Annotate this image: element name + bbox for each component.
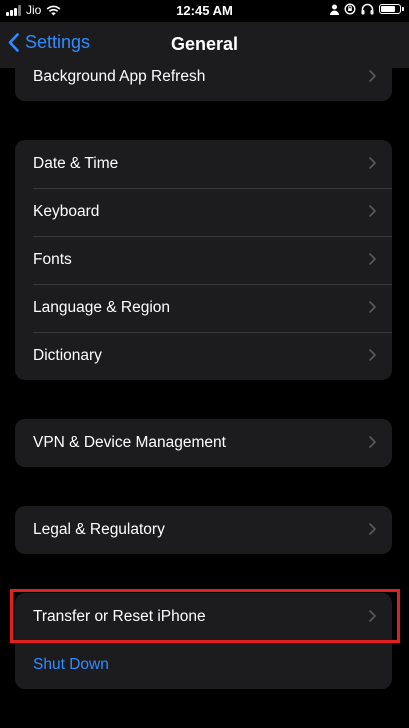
status-bar: Jio 12:45 AM (0, 0, 409, 22)
settings-group-3: Legal & Regulatory (15, 506, 392, 554)
row-label: Date & Time (33, 155, 119, 172)
row-label: Legal & Regulatory (33, 521, 165, 538)
status-right (330, 3, 404, 15)
settings-group-4: Transfer or Reset iPhone Shut Down (15, 593, 392, 689)
person-icon (330, 4, 339, 15)
row-legal-regulatory[interactable]: Legal & Regulatory (15, 506, 392, 554)
row-keyboard[interactable]: Keyboard (15, 188, 392, 236)
shut-down-link: Shut Down (33, 656, 109, 673)
chevron-right-icon (369, 436, 376, 448)
headphones-icon (361, 3, 374, 15)
chevron-right-icon (369, 253, 376, 265)
row-label: Language & Region (33, 299, 171, 316)
row-label: Fonts (33, 251, 72, 268)
chevron-right-icon (369, 523, 376, 535)
chevron-right-icon (369, 70, 376, 82)
row-vpn-device-management[interactable]: VPN & Device Management (15, 419, 392, 467)
chevron-right-icon (369, 157, 376, 169)
settings-group-2: VPN & Device Management (15, 419, 392, 467)
settings-group-1: Date & Time Keyboard Fonts Language & Re… (15, 140, 392, 380)
row-background-app-refresh[interactable]: Background App Refresh (15, 53, 392, 101)
row-language-region[interactable]: Language & Region (15, 284, 392, 332)
chevron-right-icon (369, 349, 376, 361)
row-fonts[interactable]: Fonts (15, 236, 392, 284)
row-label: Keyboard (33, 203, 100, 220)
lock-rotation-icon (344, 3, 356, 15)
chevron-right-icon (369, 205, 376, 217)
chevron-right-icon (369, 610, 376, 622)
row-transfer-reset-iphone[interactable]: Transfer or Reset iPhone (15, 593, 392, 641)
page-title: General (170, 34, 239, 54)
row-label: Dictionary (33, 347, 102, 364)
row-dictionary[interactable]: Dictionary (15, 332, 392, 380)
row-label: Transfer or Reset iPhone (33, 608, 206, 625)
chevron-right-icon (369, 301, 376, 313)
battery-icon (379, 4, 404, 14)
row-shut-down[interactable]: Shut Down (15, 641, 392, 689)
row-date-time[interactable]: Date & Time (15, 140, 392, 188)
settings-group-0: Background App Refresh (15, 53, 392, 101)
row-label: Background App Refresh (33, 68, 206, 85)
row-label: VPN & Device Management (33, 434, 226, 451)
